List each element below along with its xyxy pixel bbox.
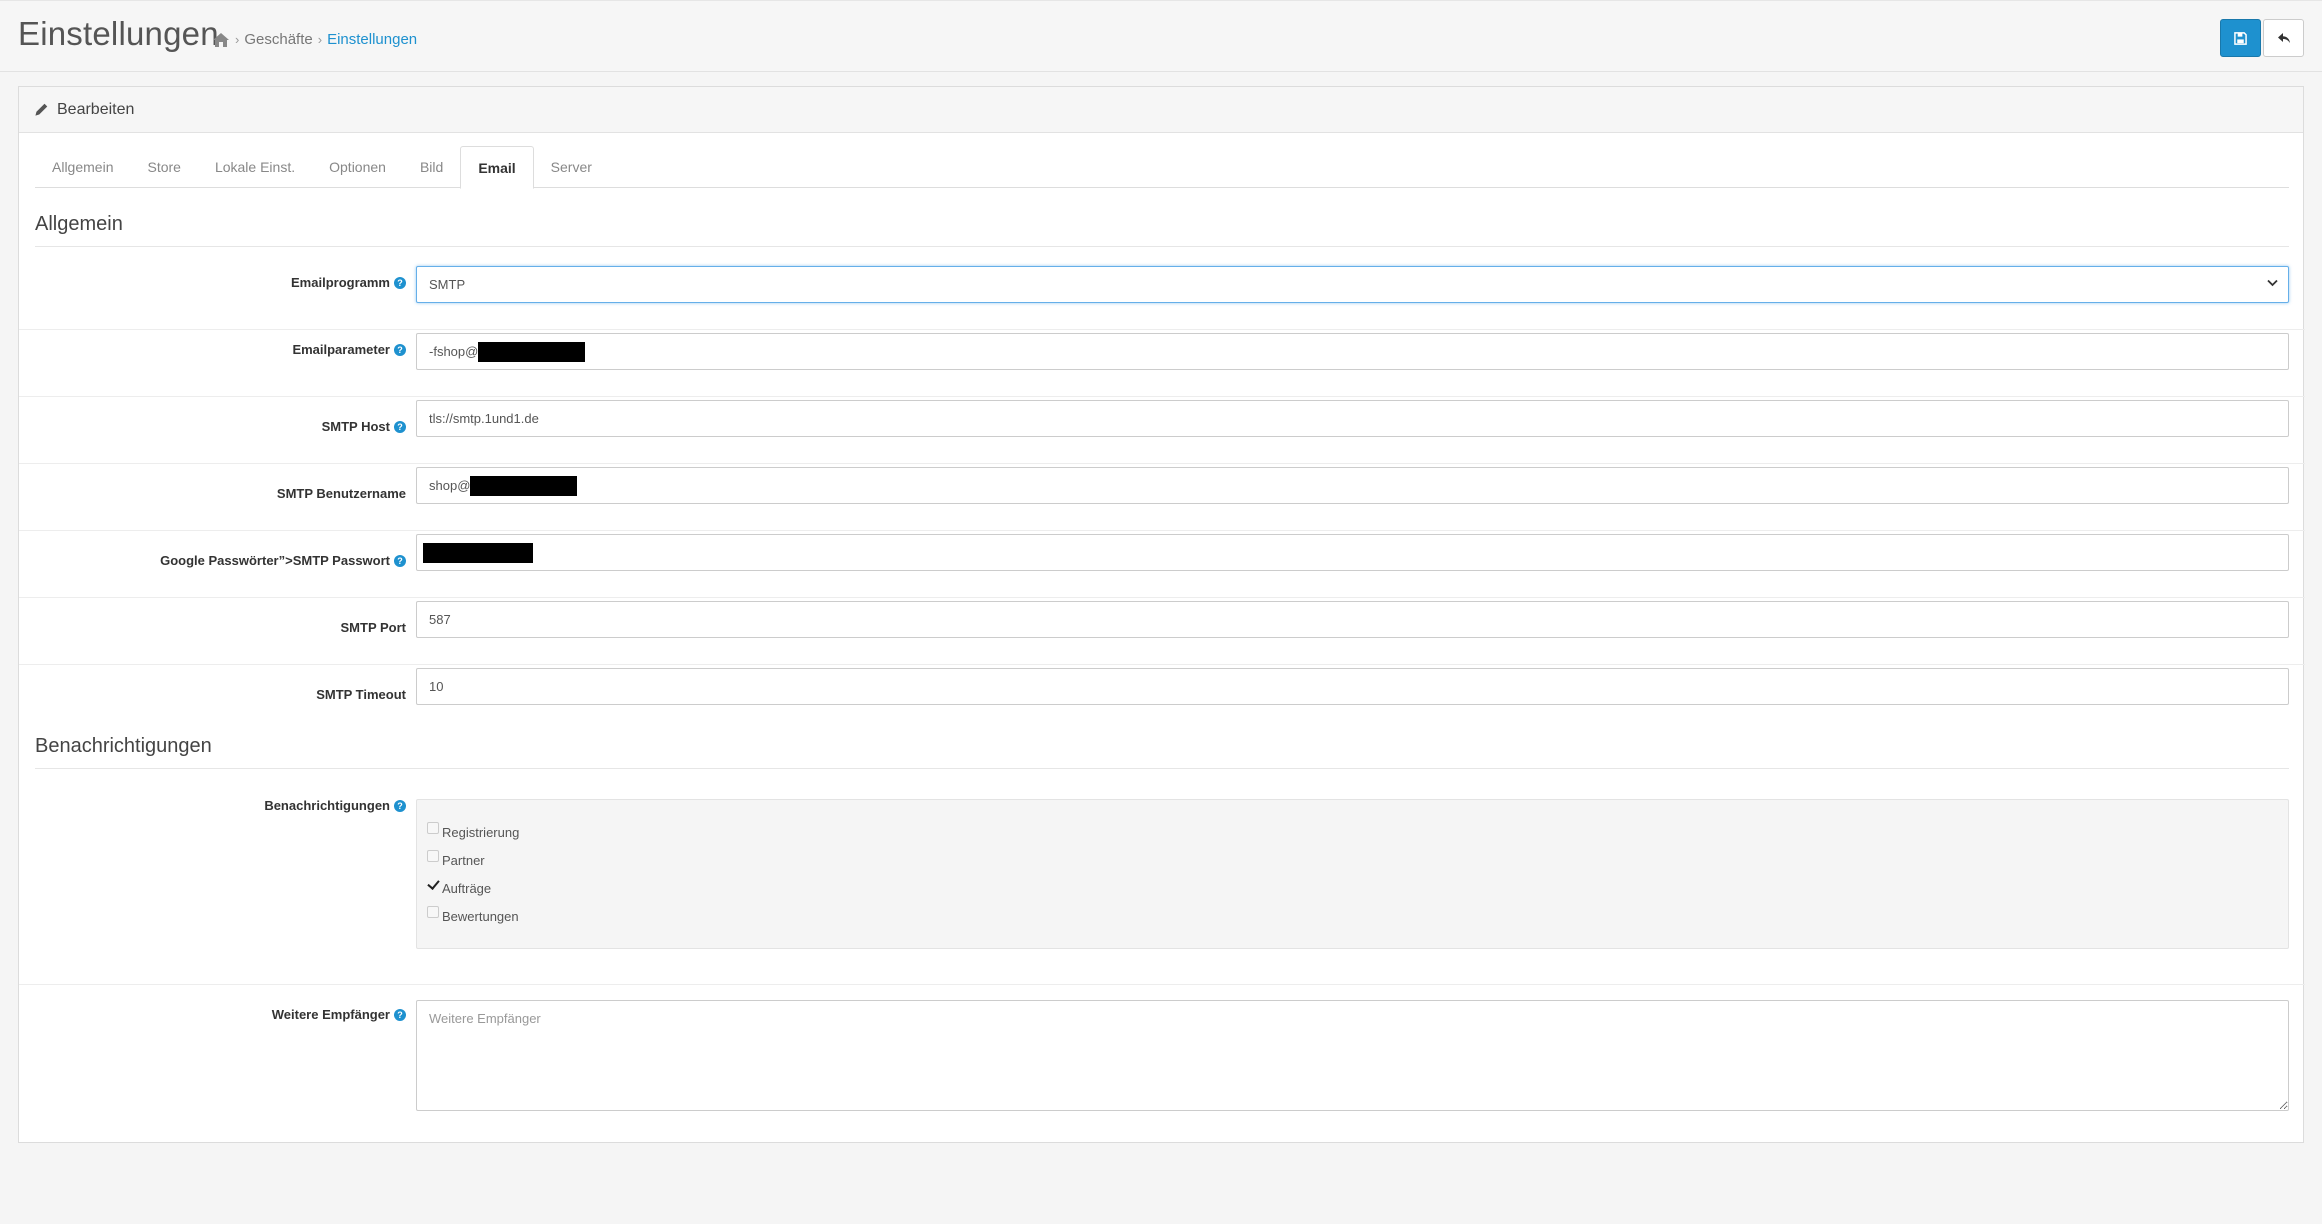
save-button[interactable] <box>2220 19 2261 57</box>
save-icon <box>2234 31 2247 45</box>
mail-engine-label: Emailprogramm? <box>291 275 406 290</box>
form-row-additional-recipients: Weitere Empfänger? <box>19 985 2305 1135</box>
tab-bild[interactable]: Bild <box>403 146 460 188</box>
smtp-timeout-input[interactable]: 10 <box>416 668 2289 705</box>
form-row-smtp-host: SMTP Host? tls://smtp.1und1.de <box>19 397 2305 464</box>
smtp-timeout-label: SMTP Timeout <box>316 687 406 702</box>
mail-parameter-label: Emailparameter? <box>292 342 406 357</box>
help-icon[interactable]: ? <box>394 554 406 567</box>
panel-heading-title: Bearbeiten <box>57 100 135 118</box>
pencil-icon <box>35 103 48 116</box>
smtp-username-input[interactable]: shop@ <box>416 467 2289 504</box>
smtp-username-label: SMTP Benutzername <box>276 486 406 501</box>
checkbox-box-checked[interactable] <box>427 878 439 890</box>
chevron-down-icon <box>2267 279 2278 287</box>
additional-recipients-label: Weitere Empfänger? <box>272 1007 406 1022</box>
settings-panel: Bearbeiten Allgemein Store Lokale Einst.… <box>18 86 2305 1143</box>
help-icon[interactable]: ? <box>394 343 406 356</box>
checkbox-box[interactable] <box>427 850 439 862</box>
breadcrumb-separator: › <box>235 32 240 47</box>
page-header: Einstellungen › Geschäfte › Einstellunge… <box>0 0 2322 72</box>
form-row-smtp-timeout: SMTP Timeout 10 <box>19 665 2305 715</box>
tab-store[interactable]: Store <box>130 146 197 188</box>
checkbox-auftraege[interactable]: Aufträge <box>427 874 2278 902</box>
reply-icon <box>2277 32 2290 43</box>
panel-heading: Bearbeiten <box>19 87 2303 133</box>
back-button[interactable] <box>2263 19 2304 57</box>
smtp-password-label: Google Passwörter”>SMTP Passwort? <box>160 553 406 568</box>
smtp-port-label: SMTP Port <box>340 620 407 635</box>
breadcrumb: › Geschäfte › Einstellungen <box>212 31 417 48</box>
breadcrumb-item-geschaefte[interactable]: Geschäfte <box>244 31 312 48</box>
tab-optionen[interactable]: Optionen <box>312 146 403 188</box>
checkbox-box[interactable] <box>427 906 439 918</box>
tab-bar: Allgemein Store Lokale Einst. Optionen B… <box>35 146 2289 189</box>
redaction-block <box>470 475 578 496</box>
tab-server[interactable]: Server <box>534 146 609 188</box>
page-title: Einstellungen <box>18 15 219 52</box>
help-icon[interactable]: ? <box>394 799 406 812</box>
section-title-general: Allgemein <box>35 213 2289 247</box>
redaction-block <box>423 542 533 563</box>
tab-email[interactable]: Email <box>460 146 534 189</box>
help-icon[interactable]: ? <box>394 420 406 433</box>
checkbox-bewertungen[interactable]: Bewertungen <box>427 902 2278 930</box>
form-row-mail-parameter: Emailparameter? -fshop@ <box>19 330 2305 397</box>
additional-recipients-textarea[interactable] <box>416 1000 2289 1111</box>
notifications-checkbox-group: Registrierung Partner Aufträge Bewertung… <box>416 799 2289 949</box>
section-title-notifications: Benachrichtigungen <box>35 735 2289 769</box>
notifications-label: Benachrichtigungen? <box>264 798 406 813</box>
checkbox-partner[interactable]: Partner <box>427 846 2278 874</box>
checkbox-box[interactable] <box>427 822 439 834</box>
smtp-host-label: SMTP Host? <box>322 419 406 434</box>
home-icon[interactable] <box>212 32 230 48</box>
checkbox-registrierung[interactable]: Registrierung <box>427 818 2278 846</box>
breadcrumb-item-einstellungen[interactable]: Einstellungen <box>327 31 417 48</box>
form-row-mail-engine: Emailprogramm? SMTP <box>19 263 2305 330</box>
help-icon[interactable]: ? <box>394 276 406 289</box>
help-icon[interactable]: ? <box>394 1008 406 1021</box>
form-row-notifications: Benachrichtigungen? Registrierung Partne… <box>19 785 2305 985</box>
form-row-smtp-port: SMTP Port 587 <box>19 598 2305 665</box>
form-row-smtp-password: Google Passwörter”>SMTP Passwort? <box>19 531 2305 598</box>
smtp-port-input[interactable]: 587 <box>416 601 2289 638</box>
redaction-block <box>478 341 586 362</box>
smtp-password-input[interactable] <box>416 534 2289 571</box>
form-row-smtp-username: SMTP Benutzername shop@ <box>19 464 2305 531</box>
smtp-host-input[interactable]: tls://smtp.1und1.de <box>416 400 2289 437</box>
mail-engine-select[interactable]: SMTP <box>416 266 2289 303</box>
mail-parameter-input[interactable]: -fshop@ <box>416 333 2289 370</box>
tab-allgemein[interactable]: Allgemein <box>35 146 130 188</box>
tab-lokale-einst[interactable]: Lokale Einst. <box>198 146 312 188</box>
breadcrumb-separator: › <box>317 32 323 47</box>
